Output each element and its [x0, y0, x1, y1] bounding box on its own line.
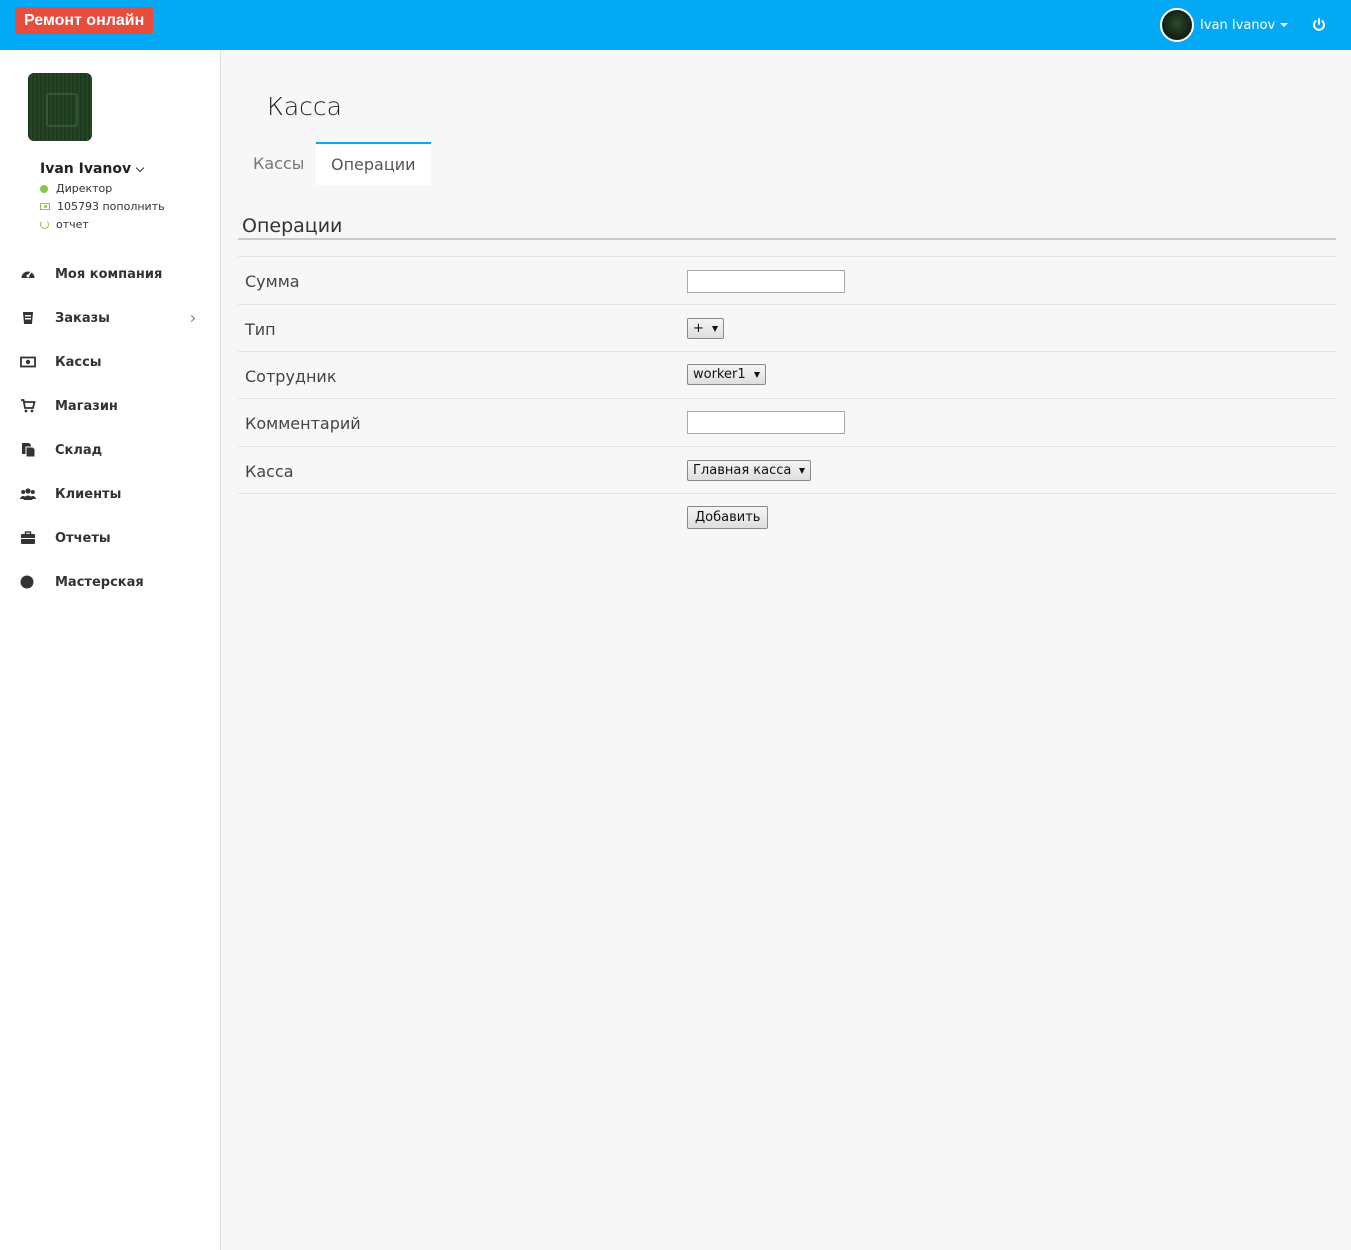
sidebar-item-cash[interactable]: Кассы	[0, 340, 220, 384]
form-row-employee: Сотрудник worker1	[238, 351, 1336, 398]
section-title: Операции	[242, 215, 343, 237]
sidebar-item-label: Кассы	[55, 354, 102, 370]
warehouse-icon	[22, 443, 36, 458]
sidebar-item-label: Мастерская	[55, 574, 144, 590]
type-select[interactable]: +	[687, 318, 724, 339]
user-menu-name: Ivan Ivanov	[1200, 17, 1276, 33]
cart-icon	[21, 399, 36, 413]
circle-icon	[20, 575, 34, 589]
sidebar-item-label: Магазин	[55, 398, 118, 414]
users-icon	[20, 488, 36, 500]
sidebar-nav: Моя компания Заказы Кассы Магазин Склад …	[0, 252, 220, 604]
chevron-down-icon	[135, 163, 145, 172]
employee-select-value: worker1	[693, 367, 746, 382]
section-divider	[238, 238, 1336, 240]
sum-input[interactable]	[687, 270, 845, 293]
chevron-right-icon	[187, 314, 196, 322]
money-icon	[40, 203, 50, 210]
employee-label: Сотрудник	[245, 367, 337, 386]
employee-select[interactable]: worker1	[687, 364, 766, 385]
sum-label: Сумма	[245, 272, 300, 291]
comment-label: Комментарий	[245, 414, 361, 433]
top-navbar: Ремонт онлайн Ivan Ivanov	[0, 0, 1351, 50]
dashboard-icon	[21, 271, 35, 278]
dropdown-arrow-icon	[753, 371, 760, 378]
sidebar-item-orders[interactable]: Заказы	[0, 296, 220, 340]
tab-operations[interactable]: Операции	[316, 142, 431, 185]
tab-cashboxes[interactable]: Кассы	[253, 142, 304, 185]
cashbox-select[interactable]: Главная касса	[687, 460, 812, 481]
sidebar-user-name: Ivan Ivanov	[40, 161, 132, 177]
sidebar-item-label: Моя компания	[55, 266, 163, 282]
brand-logo[interactable]: Ремонт онлайн	[15, 7, 154, 34]
form-row-sum: Сумма	[238, 256, 1336, 304]
caret-down-icon	[1280, 23, 1289, 27]
sidebar-item-clients[interactable]: Клиенты	[0, 472, 220, 516]
avatar	[28, 73, 92, 141]
sidebar-user-menu[interactable]: Ivan Ivanov	[40, 161, 145, 177]
sidebar: Ivan Ivanov Директор 105793 пополнить от…	[0, 50, 221, 1250]
type-label: Тип	[245, 320, 276, 339]
user-role-label: Директор	[56, 182, 113, 195]
page-title: Касса	[267, 92, 342, 121]
power-icon[interactable]	[1311, 17, 1327, 33]
cashbox-label: Касса	[245, 462, 294, 481]
sidebar-item-my-company[interactable]: Моя компания	[0, 252, 220, 296]
sidebar-item-shop[interactable]: Магазин	[0, 384, 220, 428]
user-menu[interactable]: Ivan Ivanov	[1160, 8, 1289, 42]
sidebar-item-label: Заказы	[55, 310, 110, 326]
cash-icon	[20, 356, 36, 368]
form-row-type: Тип +	[238, 304, 1336, 351]
form-row-comment: Комментарий	[238, 398, 1336, 446]
type-select-value: +	[693, 321, 704, 336]
user-report-label: отчет	[56, 218, 89, 231]
sidebar-item-label: Склад	[55, 442, 103, 458]
form-row-cashbox: Касса Главная касса	[238, 446, 1336, 493]
dropdown-arrow-icon	[711, 325, 718, 332]
cashbox-select-value: Главная касса	[693, 463, 792, 478]
user-report-link[interactable]: отчет	[40, 218, 89, 231]
refresh-icon	[40, 220, 49, 229]
sidebar-item-label: Отчеты	[55, 530, 111, 546]
sidebar-item-warehouse[interactable]: Склад	[0, 428, 220, 472]
user-role: Директор	[40, 182, 112, 195]
briefcase-icon	[21, 531, 35, 544]
sidebar-item-label: Клиенты	[55, 486, 122, 502]
user-balance[interactable]: 105793 пополнить	[40, 200, 165, 213]
sidebar-item-reports[interactable]: Отчеты	[0, 516, 220, 560]
form-row-divider	[238, 493, 1336, 494]
user-balance-label: 105793 пополнить	[57, 200, 165, 213]
comment-input[interactable]	[687, 411, 845, 434]
status-dot-icon	[40, 184, 48, 193]
sidebar-item-workshop[interactable]: Мастерская	[0, 560, 220, 604]
add-button[interactable]: Добавить	[687, 506, 769, 529]
orders-icon	[23, 312, 33, 324]
avatar	[1160, 8, 1194, 42]
dropdown-arrow-icon	[799, 467, 806, 474]
